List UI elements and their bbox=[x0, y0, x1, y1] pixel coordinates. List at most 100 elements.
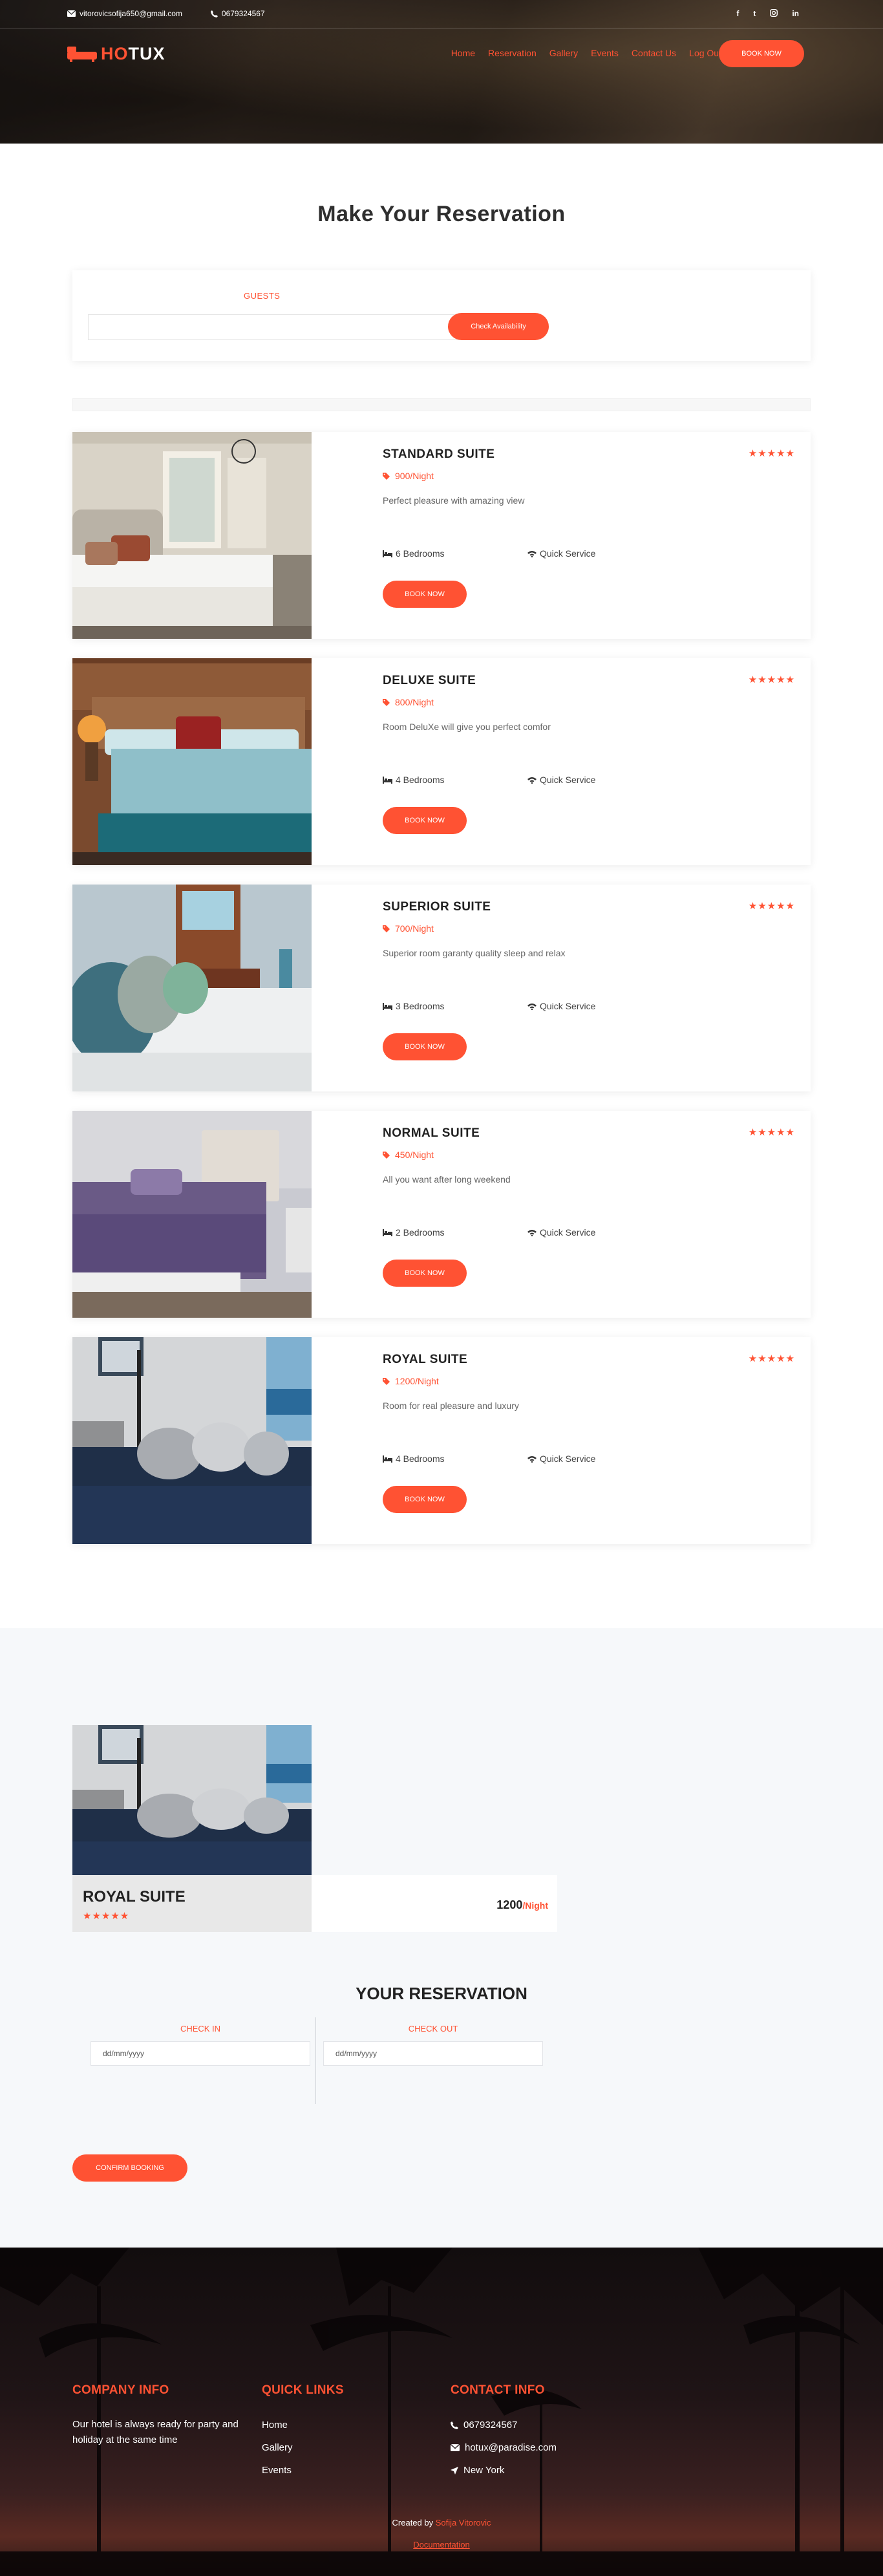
room-book-now-button[interactable]: BOOK NOW bbox=[383, 1486, 467, 1513]
room-info: NORMAL SUITE ★★★★★ 450/Night All you wan… bbox=[383, 1126, 795, 1287]
room-description: Room for real pleasure and luxury bbox=[383, 1401, 519, 1411]
bed-icon bbox=[383, 1455, 392, 1463]
bedrooms-feature: 3 Bedrooms bbox=[383, 1001, 527, 1011]
guests-label: GUESTS bbox=[244, 291, 281, 301]
room-name: ROYAL SUITE bbox=[383, 1353, 468, 1366]
footer: COMPANY INFO Our hotel is always ready f… bbox=[0, 2248, 883, 2576]
top-email[interactable]: vitorovicsofija650@gmail.com bbox=[67, 9, 182, 18]
bed-icon bbox=[383, 550, 392, 557]
bedrooms-feature: 4 Bedrooms bbox=[383, 1454, 527, 1464]
room-description: Perfect pleasure with amazing view bbox=[383, 495, 525, 506]
selected-room-name: ROYAL SUITE bbox=[83, 1888, 186, 1905]
results-header-bar bbox=[72, 398, 811, 411]
room-features: 2 Bedrooms Quick Service bbox=[383, 1227, 795, 1238]
room-info: STANDARD SUITE ★★★★★ 900/Night Perfect p… bbox=[383, 447, 795, 608]
bedrooms-feature: 6 Bedrooms bbox=[383, 548, 527, 559]
top-phone[interactable]: 0679324567 bbox=[210, 9, 265, 18]
checkout-date-input[interactable]: dd/mm/yyyy bbox=[323, 2041, 543, 2066]
location-arrow-icon bbox=[451, 2466, 458, 2474]
room-rating-stars: ★★★★★ bbox=[748, 674, 795, 685]
nav-item-gallery[interactable]: Gallery bbox=[549, 48, 578, 58]
room-features: 6 Bedrooms Quick Service bbox=[383, 548, 795, 559]
hero-header: vitorovicsofija650@gmail.com 0679324567 … bbox=[0, 0, 883, 144]
instagram-icon[interactable] bbox=[770, 8, 778, 19]
footer-phone[interactable]: 0679324567 bbox=[451, 2420, 557, 2431]
footer-link-events[interactable]: Events bbox=[262, 2465, 344, 2476]
twitter-icon[interactable]: t bbox=[753, 9, 756, 19]
bed-icon bbox=[383, 776, 392, 784]
footer-email[interactable]: hotux@paradise.com bbox=[451, 2442, 557, 2453]
nav-item-contact[interactable]: Contact Us bbox=[632, 48, 676, 58]
room-info: ROYAL SUITE ★★★★★ 1200/Night Room for re… bbox=[383, 1353, 795, 1513]
contact-info-title: CONTACT INFO bbox=[451, 2383, 545, 2397]
envelope-icon bbox=[451, 2444, 460, 2451]
room-image-deluxe bbox=[72, 658, 312, 865]
author-link[interactable]: Sofija Vitorovic bbox=[436, 2518, 491, 2528]
selected-room-bar: ROYAL SUITE ★★★★★ 1200/Night bbox=[72, 1875, 557, 1932]
selected-room-card: ROYAL SUITE ★★★★★ 1200/Night bbox=[72, 1725, 557, 1932]
wifi-icon bbox=[527, 777, 537, 784]
room-description: Room DeluXe will give you perfect comfor bbox=[383, 722, 551, 732]
nav-item-logout[interactable]: Log Out bbox=[689, 48, 721, 58]
nav-item-reservation[interactable]: Reservation bbox=[488, 48, 537, 58]
bed-icon bbox=[67, 46, 97, 62]
nav-item-events[interactable]: Events bbox=[591, 48, 619, 58]
room-name: SUPERIOR SUITE bbox=[383, 900, 491, 914]
checkin-date-input[interactable]: dd/mm/yyyy bbox=[90, 2041, 310, 2066]
quick-links-title: QUICK LINKS bbox=[262, 2383, 344, 2397]
wifi-icon bbox=[527, 1229, 537, 1236]
wifi-icon bbox=[527, 1455, 537, 1463]
check-availability-button[interactable]: Check Availability bbox=[448, 313, 549, 340]
room-price: 900/Night bbox=[383, 471, 795, 481]
tag-icon bbox=[383, 472, 390, 480]
room-book-now-button[interactable]: BOOK NOW bbox=[383, 581, 467, 608]
selected-room-stars: ★★★★★ bbox=[83, 1911, 130, 1922]
top-contact: vitorovicsofija650@gmail.com 0679324567 bbox=[67, 9, 265, 18]
room-card: SUPERIOR SUITE ★★★★★ 700/Night Superior … bbox=[72, 885, 811, 1091]
availability-form: GUESTS ▼ Check Availability bbox=[72, 270, 811, 361]
linkedin-icon[interactable]: in bbox=[792, 9, 799, 19]
bed-icon bbox=[383, 1002, 392, 1010]
logo[interactable]: HOTUX bbox=[67, 44, 165, 64]
room-image-standard bbox=[72, 432, 312, 639]
top-email-text: vitorovicsofija650@gmail.com bbox=[80, 9, 182, 18]
social-links: f t in bbox=[736, 8, 799, 19]
room-features: 3 Bedrooms Quick Service bbox=[383, 1001, 795, 1011]
wifi-icon bbox=[527, 550, 537, 557]
nav-book-now-button[interactable]: BOOK NOW bbox=[719, 40, 804, 67]
service-feature: Quick Service bbox=[527, 1227, 595, 1238]
footer-link-gallery[interactable]: Gallery bbox=[262, 2442, 344, 2453]
room-price: 450/Night bbox=[383, 1150, 795, 1160]
footer-contact: CONTACT INFO 0679324567 hotux@paradise.c… bbox=[451, 2383, 557, 2487]
company-info-title: COMPANY INFO bbox=[72, 2383, 169, 2397]
selected-room-price: 1200/Night bbox=[496, 1898, 548, 1911]
guests-select[interactable]: ▼ bbox=[88, 314, 511, 340]
tag-icon bbox=[383, 698, 390, 706]
tag-icon bbox=[383, 1151, 390, 1159]
footer-link-home[interactable]: Home bbox=[262, 2420, 344, 2431]
room-info: SUPERIOR SUITE ★★★★★ 700/Night Superior … bbox=[383, 900, 795, 1060]
page-title: Make Your Reservation bbox=[317, 202, 566, 226]
service-feature: Quick Service bbox=[527, 548, 595, 559]
room-description: All you want after long weekend bbox=[383, 1174, 511, 1185]
service-feature: Quick Service bbox=[527, 1001, 595, 1011]
room-book-now-button[interactable]: BOOK NOW bbox=[383, 807, 467, 834]
documentation-link[interactable]: Documentation bbox=[0, 2540, 883, 2549]
room-book-now-button[interactable]: BOOK NOW bbox=[383, 1033, 467, 1060]
reservation-title: YOUR RESERVATION bbox=[356, 1984, 527, 2003]
room-book-now-button[interactable]: BOOK NOW bbox=[383, 1260, 467, 1287]
room-features: 4 Bedrooms Quick Service bbox=[383, 1454, 795, 1464]
form-divider bbox=[315, 2017, 316, 2104]
nav-item-home[interactable]: Home bbox=[451, 48, 475, 58]
checkin-label: CHECK IN bbox=[180, 2024, 221, 2034]
reservation-dates-form: CHECK IN dd/mm/yyyy CHECK OUT dd/mm/yyyy bbox=[90, 2017, 543, 2104]
bed-icon bbox=[383, 1229, 392, 1236]
envelope-icon bbox=[67, 10, 76, 17]
phone-icon bbox=[210, 10, 218, 17]
phone-icon bbox=[451, 2421, 458, 2429]
room-image-royal bbox=[72, 1337, 312, 1544]
logo-text: HOTUX bbox=[101, 44, 165, 63]
selected-room-image bbox=[72, 1725, 312, 1875]
facebook-icon[interactable]: f bbox=[736, 9, 739, 19]
confirm-booking-button[interactable]: CONFIRM BOOKING bbox=[72, 2154, 187, 2182]
